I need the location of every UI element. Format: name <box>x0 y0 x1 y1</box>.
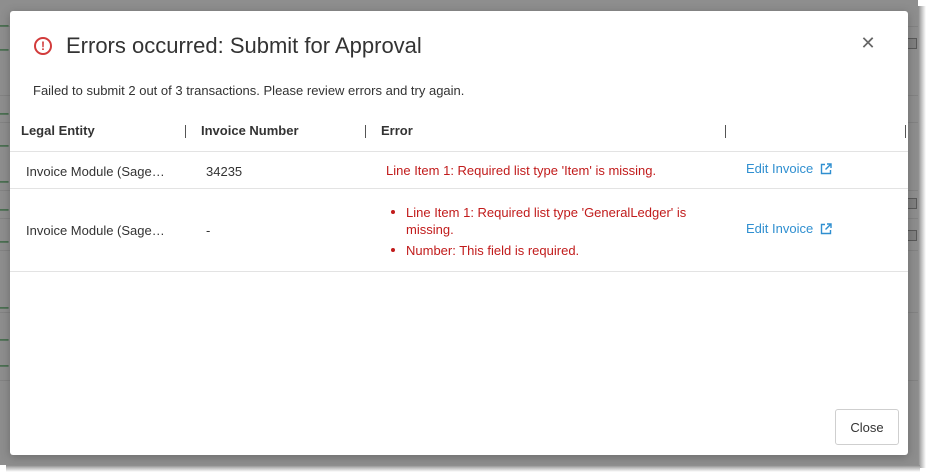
frame-shadow <box>918 6 926 468</box>
column-header-invoice-number[interactable]: Invoice Number <box>201 115 299 151</box>
frame-shadow <box>6 465 920 472</box>
close-button[interactable]: Close <box>835 409 899 445</box>
error-message: Line Item 1: Required list type 'Item' i… <box>386 163 657 178</box>
invoice-number-cell: - <box>206 223 211 238</box>
column-resize-handle[interactable] <box>185 125 186 138</box>
table-row: Invoice Module (Sage… 34235 Line Item 1:… <box>10 152 908 189</box>
error-list: Line Item 1: Required list type 'General… <box>386 204 706 263</box>
edit-invoice-label: Edit Invoice <box>746 161 814 176</box>
legal-entity-cell: Invoice Module (Sage… <box>26 164 165 179</box>
edit-invoice-link[interactable]: Edit Invoice <box>746 221 832 236</box>
column-resize-handle[interactable] <box>725 125 726 138</box>
external-link-icon <box>821 222 832 234</box>
legal-entity-cell: Invoice Module (Sage… <box>26 223 165 238</box>
external-link-icon <box>821 162 832 174</box>
errors-table: Legal Entity Invoice Number Error Invoic… <box>10 115 908 272</box>
column-resize-handle[interactable] <box>905 125 906 138</box>
error-dialog: ! Errors occurred: Submit for Approval ✕… <box>10 11 908 455</box>
column-header-legal-entity[interactable]: Legal Entity <box>21 115 95 151</box>
close-icon[interactable]: ✕ <box>860 34 876 52</box>
table-row: Invoice Module (Sage… - Line Item 1: Req… <box>10 189 908 272</box>
dialog-header: ! Errors occurred: Submit for Approval <box>34 31 422 61</box>
edit-invoice-label: Edit Invoice <box>746 221 814 236</box>
invoice-number-cell: 34235 <box>206 164 243 179</box>
error-list-item: Line Item 1: Required list type 'General… <box>386 204 706 238</box>
error-circle-icon: ! <box>34 37 52 55</box>
dialog-title: Errors occurred: Submit for Approval <box>66 33 422 58</box>
error-summary: Failed to submit 2 out of 3 transactions… <box>33 83 465 98</box>
error-list-item: Number: This field is required. <box>386 242 706 259</box>
column-resize-handle[interactable] <box>365 125 366 138</box>
table-header: Legal Entity Invoice Number Error <box>10 115 908 152</box>
column-header-error[interactable]: Error <box>381 115 413 151</box>
edit-invoice-link[interactable]: Edit Invoice <box>746 161 832 176</box>
